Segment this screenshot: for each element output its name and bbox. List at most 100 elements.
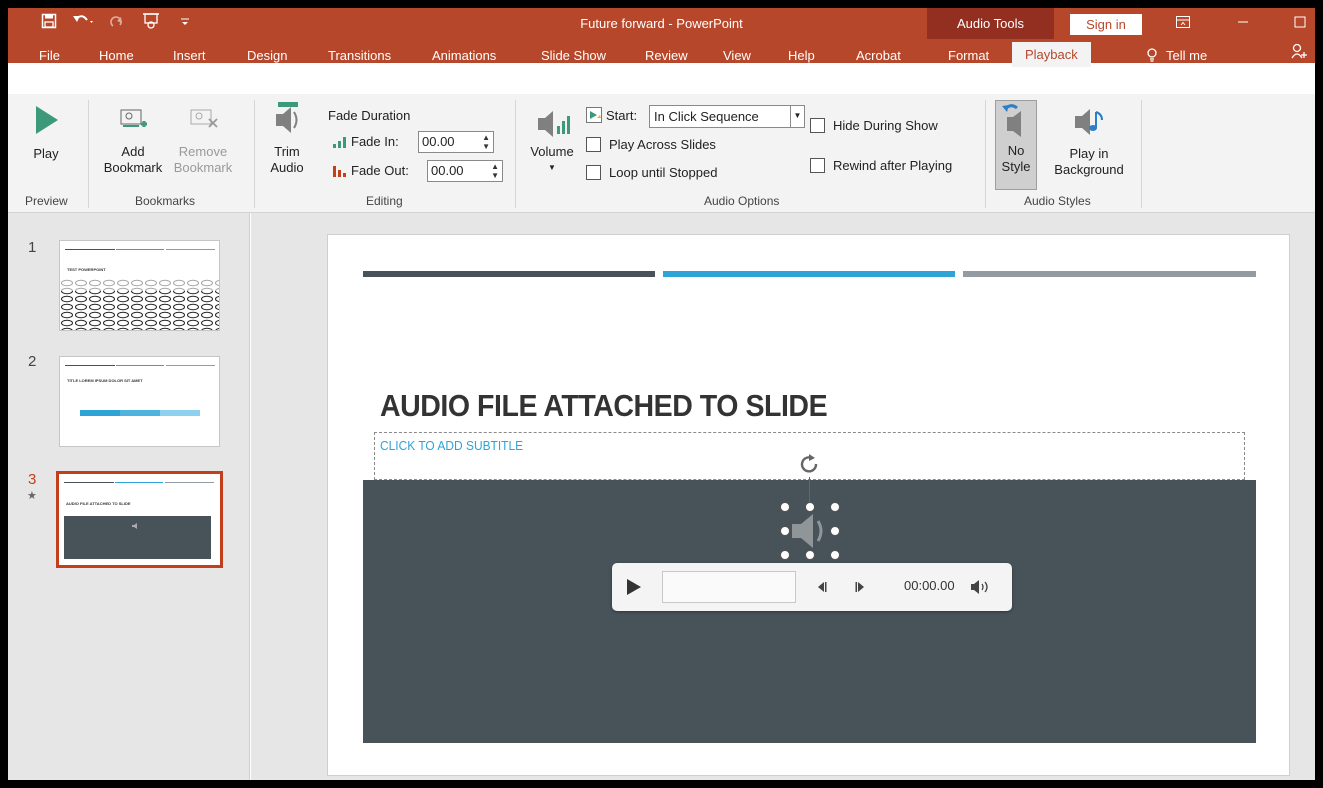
- add-bookmark-icon: [120, 109, 147, 127]
- audio-player-control: 00:00.00: [612, 563, 1012, 611]
- remove-bookmark-label-1: Remove: [178, 144, 228, 159]
- save-icon[interactable]: [38, 13, 60, 34]
- tab-slide-show[interactable]: Slide Show: [541, 45, 606, 73]
- start-text: Start:: [606, 107, 638, 123]
- tab-help[interactable]: Help: [788, 45, 815, 73]
- loop-until-stopped-checkbox[interactable]: Loop until Stopped: [586, 165, 717, 180]
- redo-icon[interactable]: [106, 13, 128, 34]
- accent-bar: [363, 271, 655, 277]
- tab-insert[interactable]: Insert: [173, 45, 206, 73]
- skip-back-icon[interactable]: [816, 582, 828, 592]
- spin-arrows-icon[interactable]: ▲ ▼: [482, 133, 490, 151]
- maximize-icon[interactable]: [1280, 8, 1315, 39]
- add-bookmark-label-1: Add: [121, 144, 145, 159]
- resize-handle[interactable]: [805, 502, 815, 512]
- play-label: Play: [33, 146, 59, 161]
- ribbon-display-options-icon[interactable]: [1163, 8, 1203, 39]
- fade-out-value: 00.00: [431, 163, 464, 178]
- spin-arrows-icon[interactable]: ▲ ▼: [491, 162, 499, 180]
- thumb-title: TITLE LOREM IPSUM DOLOR SIT AMET: [67, 378, 143, 383]
- play-in-background-label-2: Background: [1054, 162, 1124, 177]
- fade-out-field[interactable]: 00.00 ▲ ▼: [427, 160, 503, 182]
- slide-thumbnail-1[interactable]: TEST POWERPOINT: [59, 240, 220, 331]
- trim-audio-button[interactable]: Trim Audio: [266, 100, 308, 176]
- tell-me-label: Tell me: [1166, 48, 1208, 63]
- animation-star-icon: ★: [27, 490, 37, 502]
- present-icon[interactable]: [140, 12, 162, 35]
- rotate-handle-icon[interactable]: [796, 451, 822, 477]
- customize-icon[interactable]: [174, 13, 196, 34]
- playback-time: 00:00.00: [904, 578, 955, 593]
- resize-handle[interactable]: [830, 502, 840, 512]
- play-in-background-button[interactable]: Play in Background: [1047, 106, 1131, 178]
- resize-handle[interactable]: [780, 502, 790, 512]
- no-style-label-1: No: [1007, 143, 1025, 158]
- chevron-down-icon[interactable]: ▼: [790, 106, 804, 127]
- group-separator: [254, 100, 255, 208]
- trim-audio-icon: [276, 102, 298, 133]
- tell-me-search[interactable]: Tell me: [1146, 45, 1207, 73]
- resize-handle[interactable]: [830, 526, 840, 536]
- tab-view[interactable]: View: [723, 45, 751, 73]
- slide-canvas[interactable]: AUDIO FILE ATTACHED TO SLIDE CLICK TO AD…: [327, 234, 1290, 776]
- start-dropdown[interactable]: In Click Sequence ▼: [649, 105, 805, 128]
- checkbox-box[interactable]: [586, 165, 601, 180]
- fade-in-field[interactable]: 00.00 ▲ ▼: [418, 131, 494, 153]
- slide-editor: AUDIO FILE ATTACHED TO SLIDE CLICK TO AD…: [251, 213, 1315, 780]
- tab-playback[interactable]: Playback: [1012, 42, 1091, 67]
- play-icon[interactable]: [626, 578, 642, 596]
- checkbox-box[interactable]: [586, 137, 601, 152]
- volume-button[interactable]: Volume ▼: [525, 108, 579, 176]
- checkbox-box[interactable]: [810, 158, 825, 173]
- mute-volume-icon[interactable]: [970, 580, 990, 594]
- sign-in-button[interactable]: Sign in: [1070, 14, 1142, 35]
- thumb-bar: [116, 249, 164, 250]
- fade-in-icon: [333, 136, 346, 148]
- hide-during-show-checkbox[interactable]: Hide During Show: [810, 118, 938, 133]
- no-style-label-2: Style: [1001, 159, 1031, 174]
- skip-forward-icon[interactable]: [854, 582, 866, 592]
- slide-thumbnail-2[interactable]: TITLE LOREM IPSUM DOLOR SIT AMET: [59, 356, 220, 447]
- resize-handle[interactable]: [780, 526, 790, 536]
- remove-bookmark-label-2: Bookmark: [173, 160, 233, 175]
- start-icon: [586, 107, 602, 123]
- resize-handle[interactable]: [830, 550, 840, 560]
- group-separator: [88, 100, 89, 208]
- remove-bookmark-button[interactable]: Remove Bookmark: [168, 106, 238, 176]
- resize-handle[interactable]: [805, 550, 815, 560]
- audio-icon-selection[interactable]: [780, 502, 840, 560]
- slide-title[interactable]: AUDIO FILE ATTACHED TO SLIDE: [380, 388, 828, 424]
- tab-animations[interactable]: Animations: [432, 45, 496, 73]
- group-label-preview: Preview: [25, 194, 68, 208]
- speaker-icon: [132, 523, 137, 529]
- no-style-button[interactable]: No Style: [995, 100, 1037, 190]
- fade-out-icon: [333, 165, 346, 177]
- play-button[interactable]: Play: [28, 104, 64, 162]
- undo-icon[interactable]: [72, 13, 94, 34]
- slide-number: 1: [28, 239, 37, 256]
- slide-thumbnail-3[interactable]: AUDIO FILE ATTACHED TO SLIDE: [56, 471, 223, 568]
- tab-acrobat[interactable]: Acrobat: [856, 45, 901, 73]
- rotate-connector: [809, 477, 810, 503]
- rewind-after-playing-checkbox[interactable]: Rewind after Playing: [810, 158, 952, 173]
- tab-review[interactable]: Review: [645, 45, 688, 73]
- volume-icon: [538, 111, 570, 137]
- tab-format[interactable]: Format: [948, 45, 989, 73]
- resize-handle[interactable]: [780, 550, 790, 560]
- thumb-bar: [65, 365, 115, 366]
- minimize-icon[interactable]: [1223, 8, 1263, 39]
- tab-transitions[interactable]: Transitions: [328, 45, 391, 73]
- checkbox-box[interactable]: [810, 118, 825, 133]
- tab-file[interactable]: File: [39, 45, 60, 73]
- tab-home[interactable]: Home: [99, 45, 134, 73]
- seek-bar[interactable]: [662, 571, 796, 603]
- thumb-shape: [80, 410, 120, 416]
- share-icon[interactable]: [1291, 43, 1307, 71]
- thumb-bar: [65, 249, 115, 250]
- tab-design[interactable]: Design: [247, 45, 287, 73]
- fade-in-value: 00.00: [422, 134, 455, 149]
- remove-bookmark-icon: [190, 109, 218, 128]
- trim-audio-label-2: Audio: [270, 160, 304, 175]
- add-bookmark-button[interactable]: Add Bookmark: [98, 106, 168, 176]
- play-across-slides-checkbox[interactable]: Play Across Slides: [586, 137, 716, 152]
